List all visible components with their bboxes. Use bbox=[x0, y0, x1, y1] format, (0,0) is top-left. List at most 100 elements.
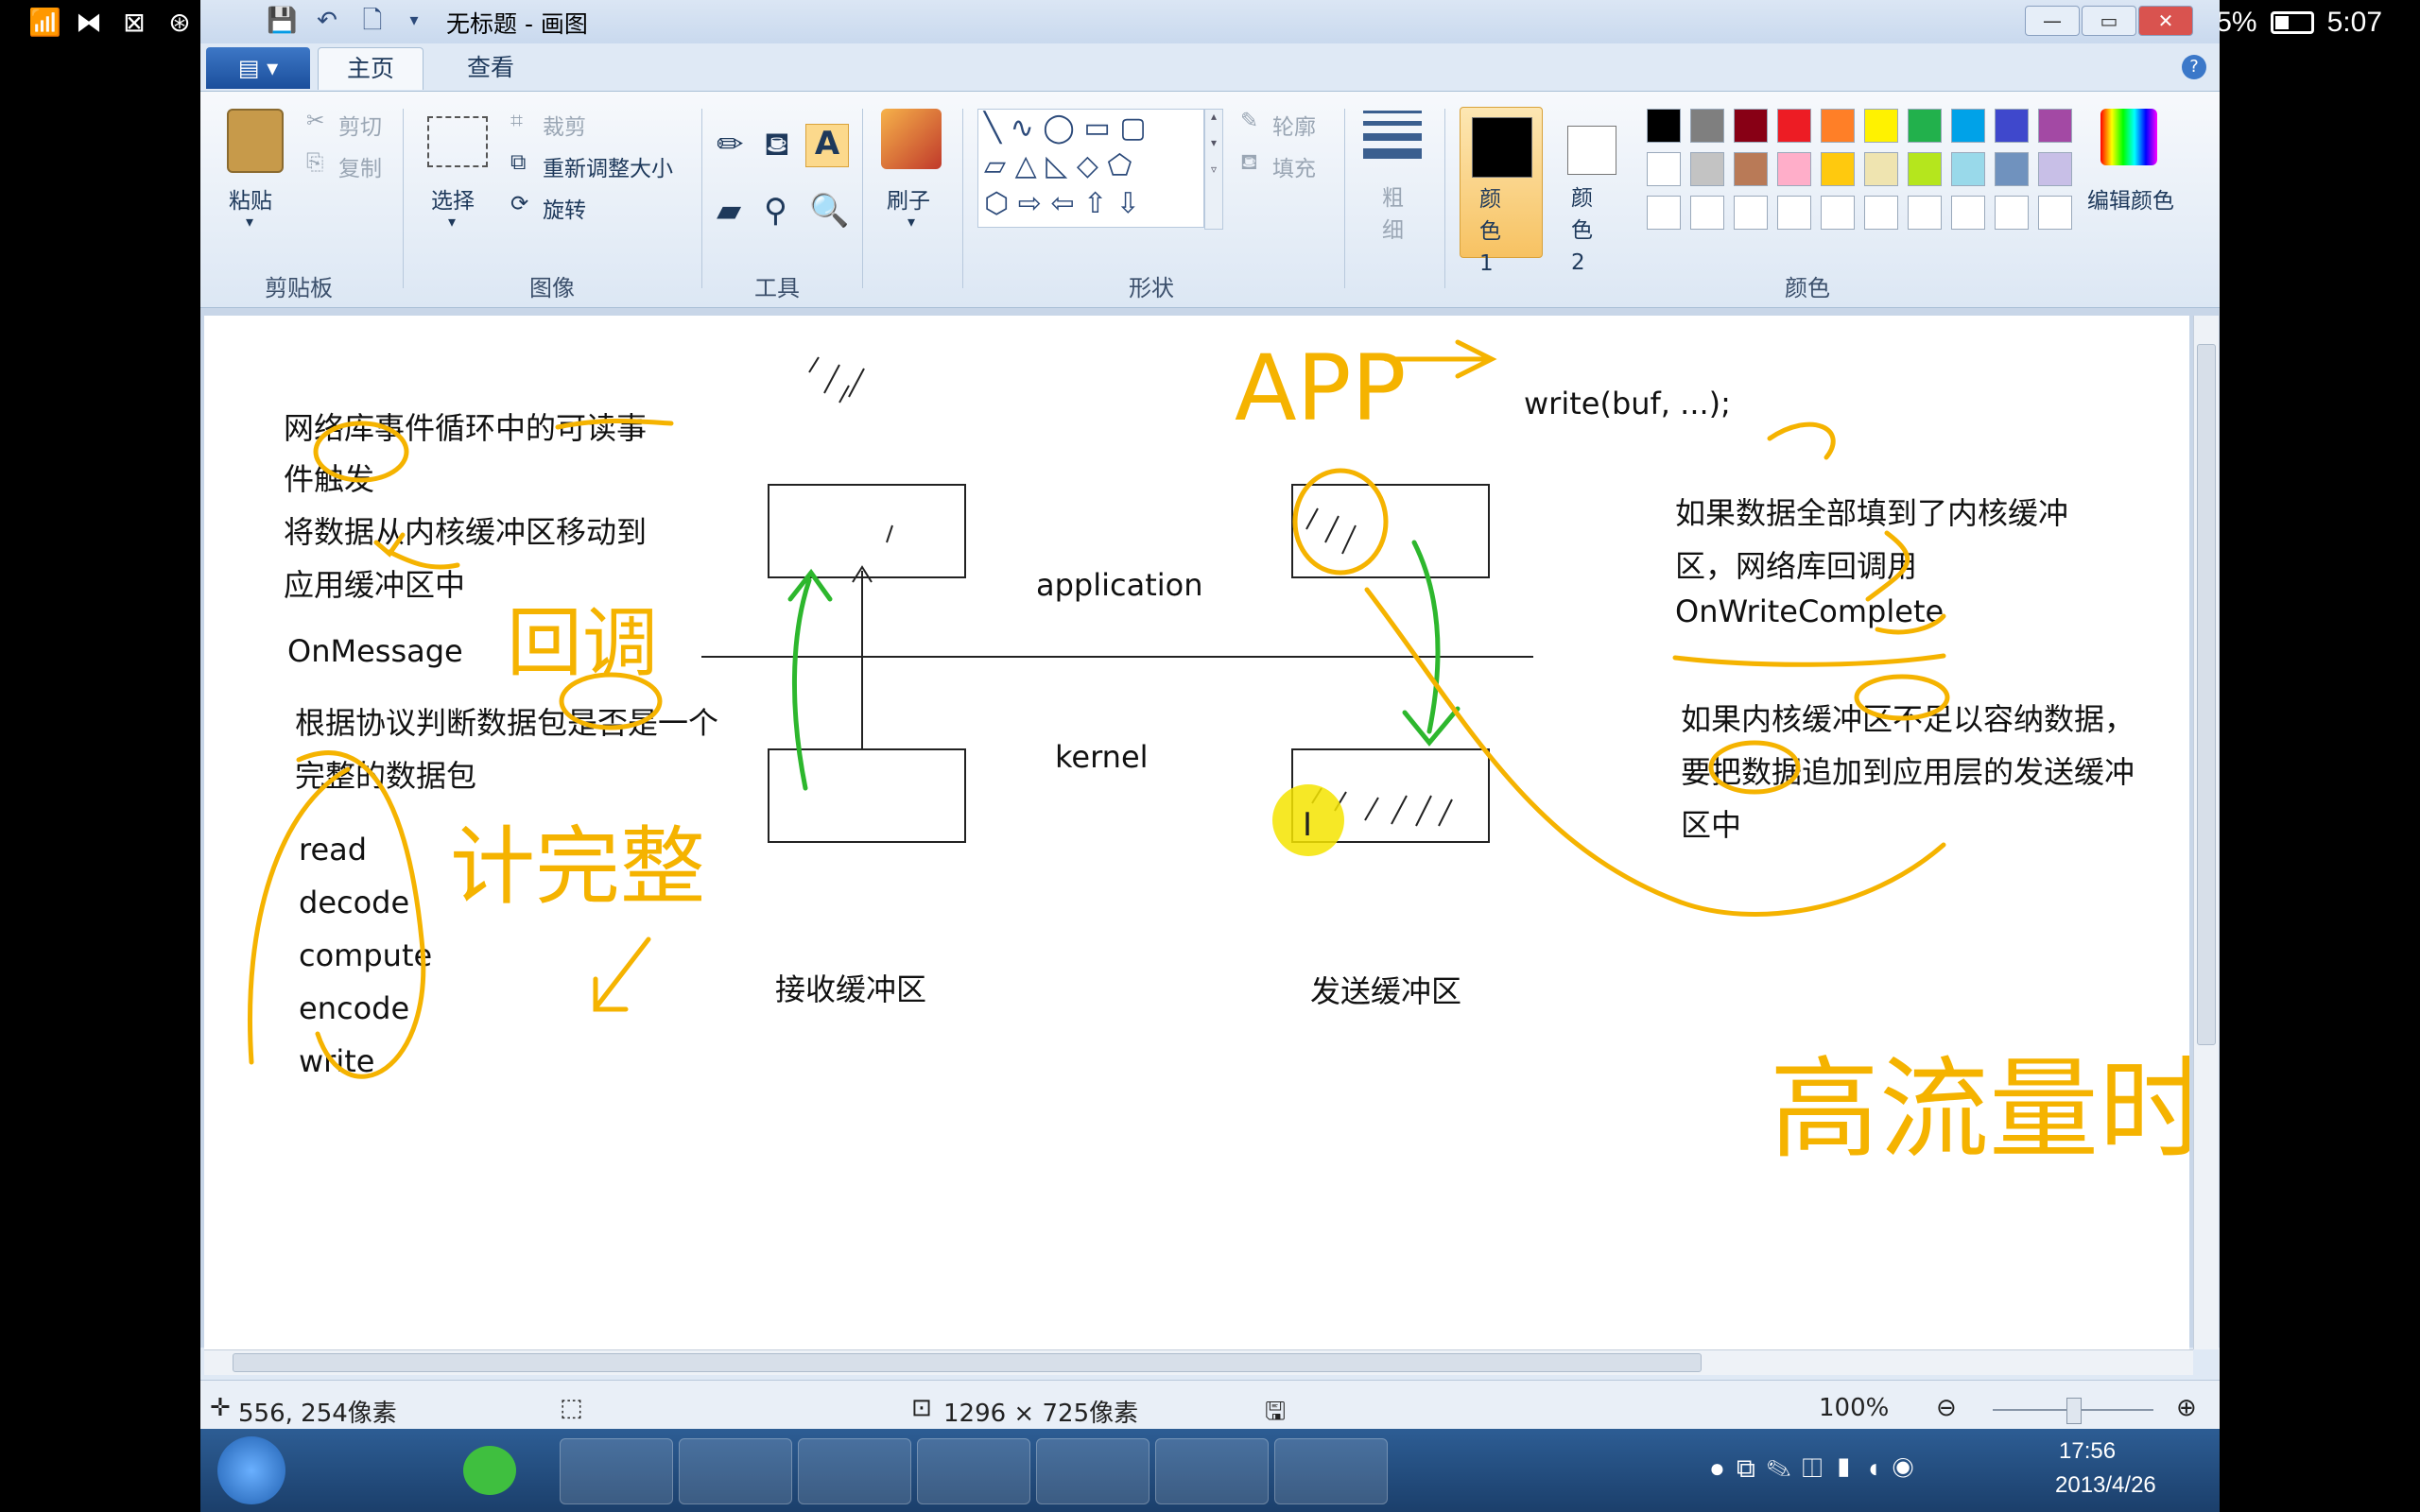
handwriting-complete: 计完整 bbox=[450, 817, 705, 917]
color-swatch[interactable] bbox=[1864, 196, 1898, 230]
start-button[interactable] bbox=[217, 1436, 285, 1504]
tab-view[interactable]: 查看 bbox=[439, 47, 543, 89]
window-title: 无标题 - 画图 bbox=[446, 10, 588, 38]
color-swatch[interactable] bbox=[1734, 196, 1768, 230]
paint-menu-button[interactable]: ▤ ▾ bbox=[206, 47, 310, 89]
color-swatch[interactable] bbox=[1777, 152, 1811, 186]
minimize-button[interactable]: — bbox=[2025, 6, 2080, 36]
text-tool-icon[interactable]: A bbox=[805, 124, 849, 167]
outline-button[interactable]: 轮廓 bbox=[1272, 109, 1316, 141]
new-file-icon[interactable]: 🗋 bbox=[357, 6, 388, 36]
fill-button[interactable]: 填充 bbox=[1272, 150, 1316, 182]
color-swatch[interactable] bbox=[1864, 109, 1898, 143]
select-button[interactable]: 选择 bbox=[431, 182, 475, 215]
app-taskbar-button[interactable] bbox=[798, 1438, 911, 1504]
resize-icon: ⧉ bbox=[510, 150, 527, 175]
color1-swatch bbox=[1472, 117, 1532, 178]
cut-button[interactable]: 剪切 bbox=[338, 109, 382, 141]
cursor-position: 556, 254像素 bbox=[238, 1400, 397, 1428]
paint-taskbar-button[interactable] bbox=[1155, 1438, 1269, 1504]
magnifier-icon[interactable]: 🔍 bbox=[809, 192, 849, 230]
color-swatch[interactable] bbox=[2038, 196, 2072, 230]
undo-icon[interactable]: ↶ bbox=[312, 6, 342, 36]
resize-button[interactable]: 重新调整大小 bbox=[543, 150, 673, 182]
color-swatch[interactable] bbox=[2038, 152, 2072, 186]
size-icon[interactable] bbox=[1363, 111, 1422, 159]
color-swatch[interactable] bbox=[1951, 109, 1985, 143]
color-swatch[interactable] bbox=[1647, 109, 1681, 143]
color-swatch[interactable] bbox=[1690, 152, 1724, 186]
vertical-scroll-thumb[interactable] bbox=[2197, 344, 2216, 1045]
customize-quick-access-icon[interactable]: ▾ bbox=[399, 6, 429, 36]
chevron-down-icon[interactable]: ▾ bbox=[448, 213, 456, 231]
fill-bucket-icon[interactable]: ⛾ bbox=[764, 126, 790, 168]
color-swatch[interactable] bbox=[1995, 109, 2029, 143]
color-swatch[interactable] bbox=[1995, 152, 2029, 186]
rotate-button[interactable]: 旋转 bbox=[543, 192, 586, 224]
paste-button[interactable]: 粘贴 bbox=[229, 182, 272, 215]
color-swatch[interactable] bbox=[1821, 152, 1855, 186]
vertical-scrollbar[interactable] bbox=[2193, 316, 2219, 1349]
color-swatch[interactable] bbox=[1734, 109, 1768, 143]
horizontal-scroll-thumb[interactable] bbox=[233, 1353, 1702, 1372]
color-swatch[interactable] bbox=[1908, 109, 1942, 143]
app-taskbar-button[interactable] bbox=[1274, 1438, 1388, 1504]
color1-button[interactable]: 颜色 1 bbox=[1460, 107, 1543, 276]
crop-button[interactable]: 裁剪 bbox=[543, 109, 586, 141]
color-swatch[interactable] bbox=[1690, 196, 1724, 230]
color-swatch[interactable] bbox=[1647, 196, 1681, 230]
color-swatch[interactable] bbox=[1864, 152, 1898, 186]
color-swatch[interactable] bbox=[1777, 109, 1811, 143]
app-taskbar-button[interactable] bbox=[917, 1438, 1030, 1504]
tab-home[interactable]: 主页 bbox=[318, 47, 424, 90]
color-swatch[interactable] bbox=[1777, 196, 1811, 230]
clipboard-group-label: 剪贴板 bbox=[265, 275, 333, 301]
chevron-down-icon[interactable]: ▾ bbox=[908, 213, 915, 231]
eraser-icon[interactable]: ▰ bbox=[717, 192, 741, 230]
help-icon[interactable]: ? bbox=[2182, 55, 2206, 79]
edit-colors-button[interactable]: 编辑颜色 bbox=[2087, 182, 2174, 215]
color-swatch[interactable] bbox=[1821, 196, 1855, 230]
color-swatch[interactable] bbox=[1647, 152, 1681, 186]
zoom-in-button[interactable]: ⊕ bbox=[2176, 1394, 2197, 1422]
shapes-gallery[interactable]: ╲ ∿ ◯ ▭ ▢ ▱ △ ◺ ◇ ⬠ ⬡ ⇨ ⇦ ⇧ ⇩ bbox=[977, 109, 1204, 228]
taskbar-date: 2013/4/26 bbox=[2055, 1472, 2156, 1498]
shapes-group-label: 形状 bbox=[1129, 275, 1174, 301]
drawing-canvas[interactable]: 网络库事件循环中的可读事 件触发 将数据从内核缓冲区移动到 应用缓冲区中 OnM… bbox=[204, 316, 2189, 1349]
color-swatch[interactable] bbox=[1734, 152, 1768, 186]
vmware-taskbar-button[interactable] bbox=[679, 1438, 792, 1504]
edit-colors-icon[interactable] bbox=[2100, 109, 2157, 165]
copy-button[interactable]: 复制 bbox=[338, 150, 382, 182]
chevron-down-icon[interactable]: ▾ bbox=[246, 213, 253, 231]
pencil-icon[interactable]: ✏ bbox=[717, 126, 744, 163]
maximize-button[interactable]: ▭ bbox=[2082, 6, 2136, 36]
wifi-icon: 📶 bbox=[28, 7, 61, 38]
zoom-out-button[interactable]: ⊖ bbox=[1936, 1394, 1957, 1422]
shapes-gallery-scroll[interactable]: ▴ ▾ ▿ bbox=[1204, 109, 1223, 230]
color-swatch[interactable] bbox=[2038, 109, 2072, 143]
brushes-button[interactable]: 刷子 bbox=[887, 182, 930, 215]
select-icon[interactable] bbox=[427, 116, 488, 167]
system-tray-icons[interactable]: ●⧉✎◫▮◖◉ bbox=[1709, 1453, 1925, 1485]
color-swatch[interactable] bbox=[1908, 152, 1942, 186]
brush-icon[interactable] bbox=[881, 109, 942, 169]
scissors-icon: ✂ bbox=[306, 109, 325, 133]
color-swatch[interactable] bbox=[1908, 196, 1942, 230]
close-button[interactable]: ✕ bbox=[2138, 6, 2193, 36]
color-swatch[interactable] bbox=[1821, 109, 1855, 143]
size-button[interactable]: 粗细 bbox=[1382, 182, 1407, 247]
app-icon: ⊠ bbox=[123, 7, 146, 38]
explorer-taskbar-button[interactable] bbox=[560, 1438, 673, 1504]
color-picker-icon[interactable]: ⚲ bbox=[764, 192, 787, 230]
color-swatch[interactable] bbox=[1951, 196, 1985, 230]
app-taskbar-button[interactable] bbox=[1036, 1438, 1150, 1504]
zoom-slider-thumb[interactable] bbox=[2066, 1398, 2082, 1424]
save-icon[interactable]: 💾 bbox=[267, 6, 297, 36]
paste-icon[interactable] bbox=[227, 109, 284, 173]
color-swatch[interactable] bbox=[1995, 196, 2029, 230]
horizontal-scrollbar[interactable] bbox=[204, 1349, 2193, 1375]
color-swatch[interactable] bbox=[1690, 109, 1724, 143]
color-swatch[interactable] bbox=[1951, 152, 1985, 186]
color2-button[interactable]: 颜色 2 bbox=[1552, 107, 1634, 275]
zoom-level: 100% bbox=[1819, 1394, 1890, 1422]
